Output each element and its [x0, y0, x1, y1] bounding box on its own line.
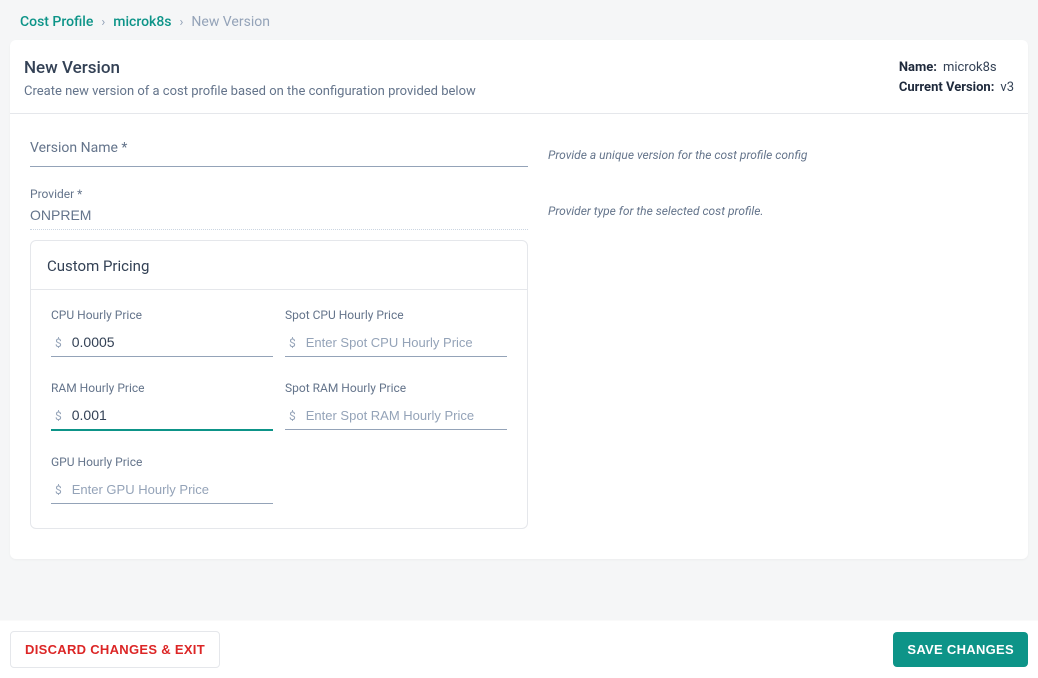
dollar-icon: $: [285, 409, 296, 423]
breadcrumb-root-link[interactable]: Cost Profile: [20, 14, 93, 30]
provider-label: Provider *: [30, 187, 528, 201]
gpu-price-label: GPU Hourly Price: [51, 455, 273, 469]
card-header: New Version Create new version of a cost…: [10, 40, 1028, 114]
page-title: New Version: [24, 58, 476, 78]
chevron-right-icon: ›: [180, 15, 184, 30]
discard-button[interactable]: DISCARD CHANGES & EXIT: [10, 631, 220, 668]
chevron-right-icon: ›: [101, 15, 105, 30]
version-name-field: Version Name *: [30, 138, 528, 167]
footer-bar: DISCARD CHANGES & EXIT SAVE CHANGES: [0, 620, 1038, 678]
dollar-icon: $: [285, 336, 296, 350]
cpu-price-label: CPU Hourly Price: [51, 308, 273, 322]
save-button[interactable]: SAVE CHANGES: [893, 632, 1028, 667]
spot-cpu-price-label: Spot CPU Hourly Price: [285, 308, 507, 322]
cpu-price-field: CPU Hourly Price $: [51, 308, 273, 357]
provider-input: [30, 203, 528, 230]
meta-name-value: microk8s: [943, 58, 997, 78]
page-subtitle: Create new version of a cost profile bas…: [24, 84, 476, 99]
gpu-price-field: GPU Hourly Price $: [51, 455, 273, 504]
breadcrumb: Cost Profile › microk8s › New Version: [0, 0, 1038, 40]
cpu-price-input[interactable]: [72, 330, 273, 356]
ram-price-field: RAM Hourly Price $: [51, 381, 273, 431]
version-name-hint: Provide a unique version for the cost pr…: [548, 148, 807, 162]
dollar-icon: $: [51, 409, 62, 423]
profile-meta: Name: microk8s Current Version: v3: [899, 58, 1014, 97]
spot-cpu-price-input[interactable]: [306, 330, 507, 356]
ram-price-input[interactable]: [72, 403, 273, 429]
main-card: New Version Create new version of a cost…: [10, 40, 1028, 559]
meta-name-label: Name:: [899, 58, 937, 78]
gpu-price-input[interactable]: [72, 477, 273, 503]
spot-ram-price-input[interactable]: [306, 403, 507, 429]
dollar-icon: $: [51, 483, 62, 497]
custom-pricing-card: Custom Pricing CPU Hourly Price $ Spot C…: [30, 240, 528, 529]
version-name-input[interactable]: [30, 139, 528, 167]
provider-field: Provider *: [30, 187, 528, 230]
card-body: Version Name * Provider * Custom Pricing…: [10, 114, 1028, 559]
meta-version-value: v3: [1000, 78, 1014, 98]
ram-price-label: RAM Hourly Price: [51, 381, 273, 395]
spot-ram-price-field: Spot RAM Hourly Price $: [285, 381, 507, 431]
spot-ram-price-label: Spot RAM Hourly Price: [285, 381, 507, 395]
provider-hint: Provider type for the selected cost prof…: [548, 204, 763, 218]
spot-cpu-price-field: Spot CPU Hourly Price $: [285, 308, 507, 357]
dollar-icon: $: [51, 336, 62, 350]
breadcrumb-current: New Version: [191, 14, 270, 30]
meta-version-label: Current Version:: [899, 78, 995, 98]
breadcrumb-item-link[interactable]: microk8s: [113, 14, 171, 30]
custom-pricing-title: Custom Pricing: [31, 241, 527, 290]
